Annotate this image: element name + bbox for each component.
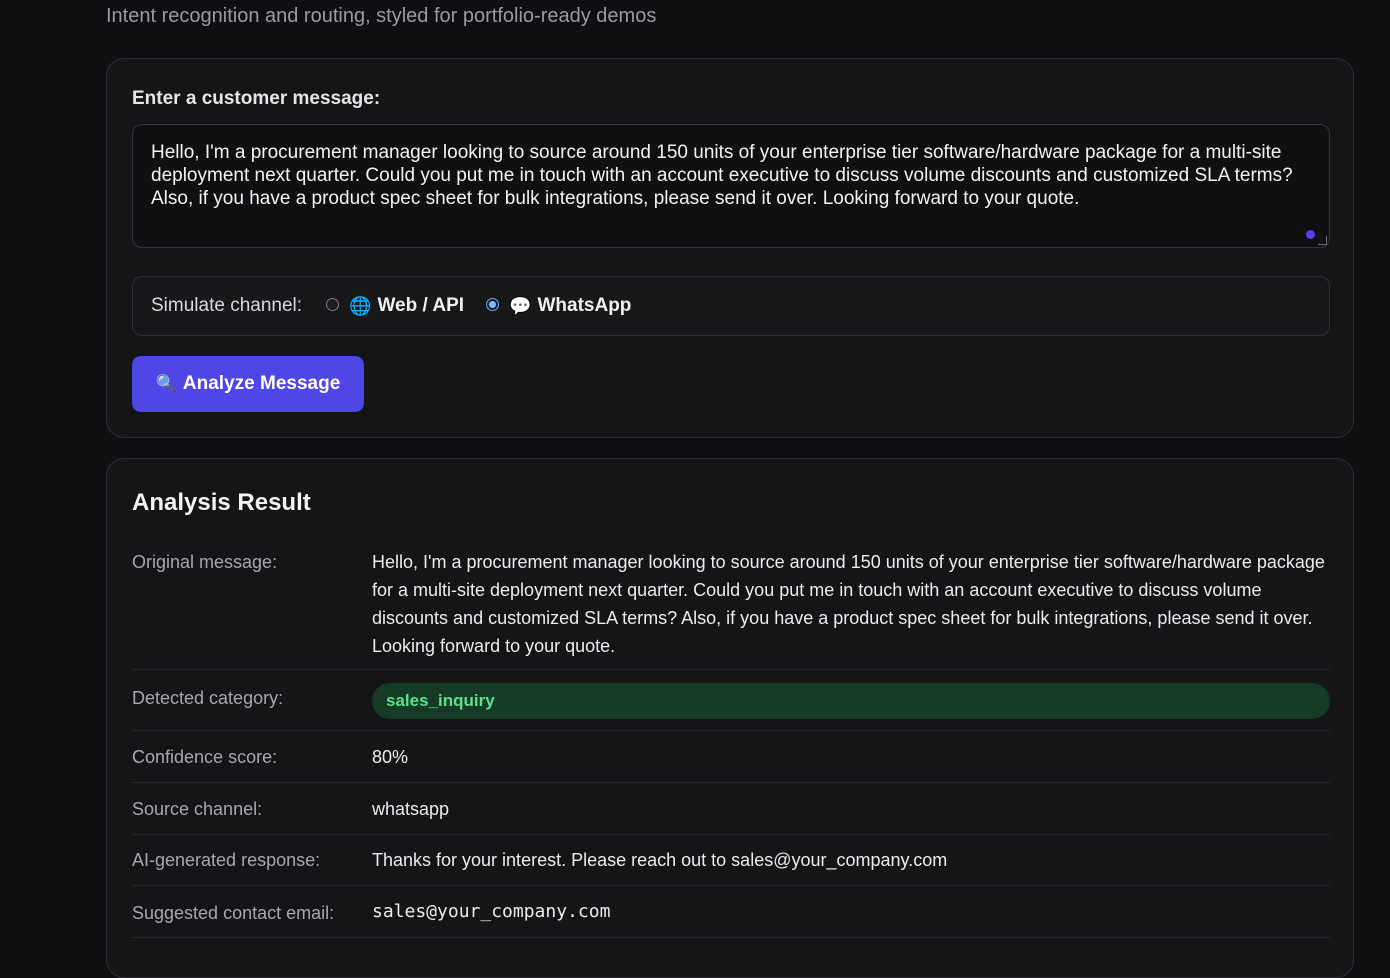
result-row-source-channel: Source channel: whatsapp: [132, 783, 1330, 835]
source-channel-value: whatsapp: [372, 799, 450, 819]
customer-message-text: Hello, I'm a procurement manager looking…: [151, 142, 1293, 209]
page-subtitle: Intent recognition and routing, styled f…: [106, 5, 657, 27]
result-row-contact-email: Suggested contact email: sales@your_comp…: [132, 886, 1330, 938]
row-key: Source channel:: [132, 799, 263, 819]
channel-option-web-api[interactable]: 🌐 Web / API: [326, 295, 464, 317]
radio-whatsapp[interactable]: [486, 297, 500, 311]
row-key: Original message:: [132, 552, 278, 572]
analysis-result-card: Analysis Result Original message: Hello,…: [106, 458, 1354, 978]
channel-option-whatsapp[interactable]: 💬 WhatsApp: [486, 295, 631, 317]
original-message-value: Hello, I'm a procurement manager looking…: [372, 552, 1325, 656]
result-row-ai-response: AI-generated response: Thanks for your i…: [132, 835, 1330, 886]
channel-option-label: Web / API: [377, 295, 465, 316]
category-badge: sales_inquiry: [372, 683, 1330, 719]
channel-selector: Simulate channel: 🌐 Web / API 💬 WhatsApp: [132, 276, 1330, 336]
speech-bubble-icon: 💬: [509, 295, 532, 316]
radio-web-api[interactable]: [326, 297, 340, 311]
message-prompt-label: Enter a customer message:: [132, 88, 381, 109]
result-row-category: Detected category: sales_inquiry: [132, 670, 1330, 731]
analyze-button-label: Analyze Message: [182, 373, 341, 394]
textarea-focus-dot-icon: [1306, 230, 1315, 239]
result-row-confidence: Confidence score: 80%: [132, 731, 1330, 783]
message-input-card: Enter a customer message: Hello, I'm a p…: [106, 58, 1354, 438]
channel-label: Simulate channel:: [151, 295, 303, 316]
customer-message-textarea[interactable]: Hello, I'm a procurement manager looking…: [132, 124, 1330, 248]
magnifier-icon: 🔍: [155, 374, 177, 393]
row-key: Confidence score:: [132, 747, 278, 767]
row-key: Detected category:: [132, 688, 284, 708]
confidence-value: 80%: [372, 747, 409, 767]
channel-option-label: WhatsApp: [537, 295, 632, 316]
resize-handle-icon[interactable]: [1318, 236, 1327, 245]
globe-icon: 🌐: [349, 295, 372, 316]
contact-email-value: sales@your_company.com: [372, 901, 611, 922]
result-title: Analysis Result: [132, 489, 311, 516]
analyze-message-button[interactable]: 🔍 Analyze Message: [132, 356, 364, 412]
ai-response-value: Thanks for your interest. Please reach o…: [372, 850, 948, 870]
result-row-original-message: Original message: Hello, I'm a procureme…: [132, 546, 1330, 670]
row-key: Suggested contact email:: [132, 903, 335, 923]
row-key: AI-generated response:: [132, 850, 321, 870]
